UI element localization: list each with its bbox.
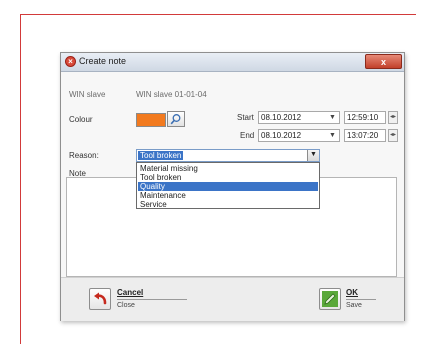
start-label: Start — [237, 113, 254, 122]
reason-option-material-missing[interactable]: Material missing — [138, 164, 318, 173]
ok-divider — [346, 299, 376, 300]
end-date-value: 08.10.2012 — [261, 131, 302, 140]
reason-dropdown-button[interactable]: ▼ — [307, 150, 319, 161]
spin-arrows-icon[interactable]: ◂▸ — [388, 129, 398, 142]
end-label: End — [240, 131, 255, 140]
start-date-value: 08.10.2012 — [261, 113, 302, 122]
dialog-titlebar[interactable]: × Create note x — [61, 53, 404, 72]
end-date-field[interactable]: 08.10.2012 — [258, 129, 340, 142]
colour-picker-button[interactable] — [167, 111, 185, 127]
start-date-field[interactable]: 08.10.2012 — [258, 111, 340, 124]
reason-option-service[interactable]: Service — [138, 200, 318, 209]
create-note-dialog: × Create note x WIN slave WIN slave 01-0… — [60, 52, 405, 321]
chevron-down-icon: ▼ — [310, 151, 317, 158]
ok-pencil-icon — [322, 291, 338, 307]
ok-sublabel: Save — [346, 302, 362, 309]
frame-left-line — [20, 14, 21, 344]
start-time-value: 12:59:10 — [347, 113, 379, 122]
end-time-value: 13:07:20 — [347, 131, 379, 140]
magnifier-icon — [170, 114, 181, 125]
reason-selected-value: Tool broken — [138, 151, 184, 160]
chevron-down-icon[interactable]: ▼ — [329, 132, 336, 139]
cancel-sublabel: Close — [117, 302, 135, 309]
cancel-undo-icon — [94, 292, 107, 305]
close-circle-icon: × — [65, 56, 76, 67]
colour-swatch[interactable] — [136, 113, 166, 127]
start-time-field[interactable]: 12:59:10 — [344, 111, 386, 124]
cancel-button[interactable] — [89, 288, 111, 310]
reason-option-tool-broken[interactable]: Tool broken — [138, 173, 318, 182]
colour-label: Colour — [69, 115, 93, 124]
end-time-field[interactable]: 13:07:20 — [344, 129, 386, 142]
frame-top-line — [20, 14, 416, 15]
ok-label[interactable]: OK — [346, 288, 358, 297]
reason-option-quality[interactable]: Quality — [138, 182, 318, 191]
button-bar: Cancel Close OK Save — [61, 277, 404, 321]
reason-select[interactable]: Tool broken ▼ — [136, 149, 320, 162]
win-slave-value: WIN slave 01-01-04 — [136, 90, 207, 99]
dialog-title: Create note — [79, 56, 127, 66]
cancel-label[interactable]: Cancel — [117, 288, 143, 297]
chevron-down-icon[interactable]: ▼ — [329, 114, 336, 121]
reason-option-maintenance[interactable]: Maintenance — [138, 191, 318, 200]
reason-label: Reason: — [69, 151, 99, 160]
spin-arrows-icon[interactable]: ◂▸ — [388, 111, 398, 124]
win-slave-label: WIN slave — [69, 90, 106, 99]
cancel-divider — [117, 299, 187, 300]
reason-options-list[interactable]: Material missing Tool broken Quality Mai… — [136, 162, 320, 209]
close-button[interactable]: x — [365, 54, 402, 69]
ok-button[interactable] — [319, 288, 341, 310]
